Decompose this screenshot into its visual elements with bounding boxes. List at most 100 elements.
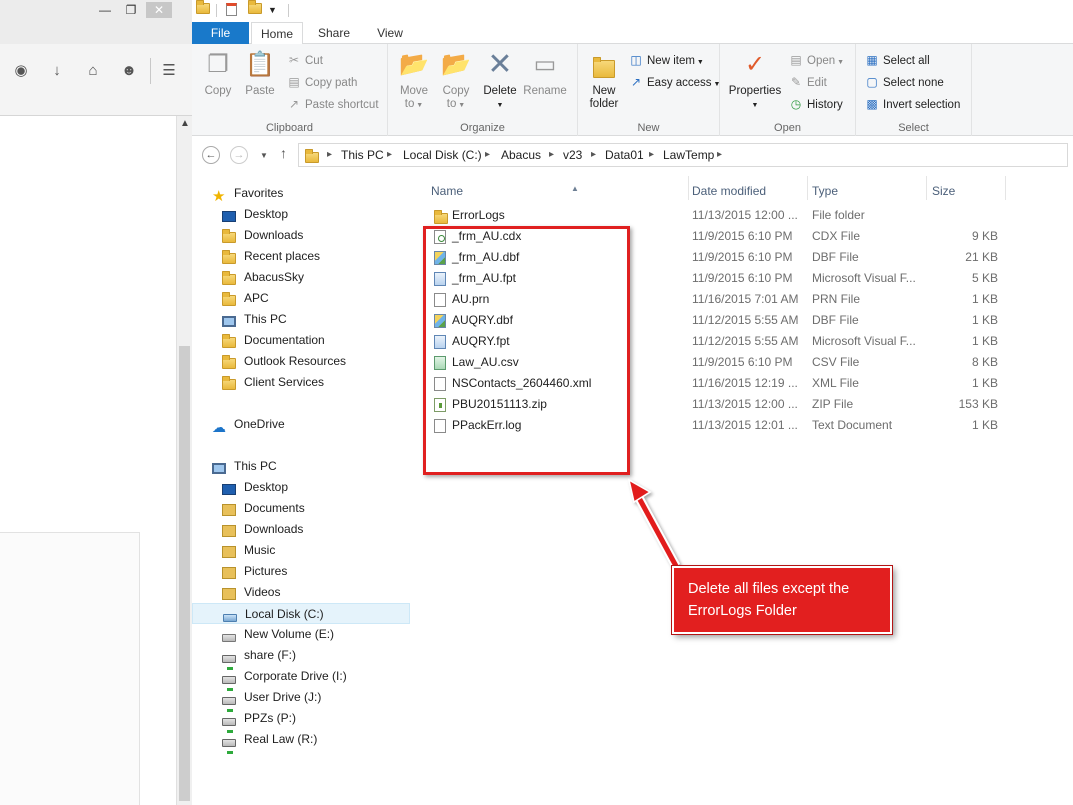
nav-thispc-downloads[interactable]: Downloads [192,519,410,540]
column-header-date-modified[interactable]: Date modified [692,179,766,203]
new-item-button[interactable]: ◫ New item ▼ [628,50,703,70]
nav-favorite-client-services[interactable]: Client Services [192,372,410,393]
nav-thispc-videos[interactable]: Videos [192,582,410,603]
restore-icon[interactable]: ❐ [118,2,144,18]
chat-icon[interactable]: ☻ [118,60,140,82]
nav-favorite-this-pc[interactable]: This PC [192,309,410,330]
delete-button[interactable]: ✕ Delete ▼ [480,48,520,112]
new-folder-button[interactable]: New folder [584,48,624,111]
breadcrumb-data01[interactable]: Data01 [605,144,644,166]
tab-file[interactable]: File [192,22,249,44]
network-drive-icon [222,670,236,691]
paste-button[interactable]: 📋 Paste [242,48,278,98]
breadcrumb-local-disk[interactable]: Local Disk (C:) [403,144,482,166]
customize-dropdown-icon[interactable]: ▼ [268,3,282,17]
forward-arrow-icon[interactable]: → [230,146,248,164]
recent-locations-dropdown-icon[interactable]: ▼ [260,151,268,160]
nav-drive-user-drive-j[interactable]: User Drive (J:) [192,687,410,712]
nav-thispc-pictures[interactable]: Pictures [192,561,410,582]
nav-item-label: Music [244,543,276,557]
nav-drive-local-disk-c[interactable]: Local Disk (C:) [192,603,410,624]
chevron-right-icon[interactable]: ▸ [485,144,490,166]
breadcrumb-v23[interactable]: v23 [563,144,582,166]
nav-drive-real-law-r[interactable]: Real Law (R:) [192,729,410,754]
scroll-up-icon[interactable]: ▲ [180,118,190,129]
nav-favorite-downloads[interactable]: Downloads [192,225,410,246]
nav-item-label: Pictures [244,564,288,578]
file-date-modified: 11/9/2015 6:10 PM [692,355,793,369]
up-arrow-icon[interactable]: ↑ [280,145,287,161]
invert-selection-button[interactable]: ▩ Invert selection [864,94,960,114]
move-to-button[interactable]: 📂 Move to ▼ [396,48,432,112]
home-icon[interactable]: ⌂ [82,60,104,82]
rename-button[interactable]: ▭ Rename [522,48,568,98]
nav-favorite-recent-places[interactable]: Recent places [192,246,410,267]
nav-this-pc[interactable]: This PC [192,456,410,477]
new-folder-icon[interactable] [248,0,262,17]
cut-button[interactable]: ✂ Cut [286,50,323,70]
tab-home[interactable]: Home [251,22,303,45]
nav-favorite-abacussky[interactable]: AbacusSky [192,267,410,288]
address-bar[interactable]: ▸ This PC ▸ Local Disk (C:) ▸ Abacus ▸ v… [298,143,1068,167]
browser-scrollbar[interactable]: ▲ [176,116,192,805]
computer-icon [212,460,226,474]
column-header-type[interactable]: Type [812,179,838,203]
breadcrumb-lawtemp[interactable]: LawTemp [663,144,714,166]
file-size: 1 KB [971,334,998,348]
nav-favorite-outlook-resources[interactable]: Outlook Resources [192,351,410,372]
nav-drive-corporate-drive-i[interactable]: Corporate Drive (I:) [192,666,410,691]
column-header-name[interactable]: Name ▲ [431,179,579,203]
tab-view[interactable]: View [366,22,414,44]
minimize-icon[interactable]: — [92,2,118,18]
paste-shortcut-button[interactable]: ↗ Paste shortcut [286,94,379,114]
breadcrumb-abacus[interactable]: Abacus [501,144,541,166]
breadcrumb-this-pc[interactable]: This PC [341,144,384,166]
nav-favorite-desktop[interactable]: Desktop [192,204,410,225]
chevron-right-icon[interactable]: ▸ [717,144,722,166]
back-arrow-icon[interactable]: ← [202,146,220,164]
download-icon[interactable]: ↓ [46,60,68,82]
chevron-right-icon[interactable]: ▸ [387,144,392,166]
nav-thispc-music[interactable]: Music [192,540,410,561]
chevron-right-icon[interactable]: ▸ [591,144,596,166]
select-all-button[interactable]: ▦ Select all [864,50,929,70]
nav-favorite-documentation[interactable]: Documentation [192,330,410,351]
close-icon[interactable]: ✕ [146,2,172,18]
open-button[interactable]: ▤ Open ▼ [788,50,844,70]
file-type: DBF File [812,313,859,327]
easy-access-button[interactable]: ↗ Easy access ▼ [628,72,720,92]
nav-item-label: User Drive (J:) [244,690,322,704]
scrollbar-thumb[interactable] [179,346,190,801]
nav-drive-ppzs-p[interactable]: PPZs (P:) [192,708,410,733]
nav-favorite-apc[interactable]: APC [192,288,410,309]
file-type: PRN File [812,292,861,306]
select-none-button[interactable]: ▢ Select none [864,72,943,92]
properties-button[interactable]: ✓ Properties ▼ [724,48,786,112]
menu-icon[interactable]: ☰ [158,60,180,82]
nav-thispc-desktop[interactable]: Desktop [192,477,410,498]
properties-icon[interactable] [226,3,240,17]
history-button[interactable]: ◷ History [788,94,843,114]
file-row[interactable]: ErrorLogs 11/13/2015 12:00 ... File folder [412,205,1012,226]
tab-share[interactable]: Share [310,22,358,44]
chevron-right-icon[interactable]: ▸ [649,144,654,166]
copy-to-button[interactable]: 📂 Copy to ▼ [438,48,474,112]
nav-onedrive[interactable]: ☁ OneDrive [192,414,410,435]
nav-item-label: Videos [244,585,281,599]
chevron-right-icon[interactable]: ▸ [327,144,332,166]
file-size: 1 KB [971,313,998,327]
library-folder-icon [222,523,236,537]
pocket-icon[interactable]: ◉ [10,60,32,82]
clipboard-group-label: Clipboard [265,122,314,134]
nav-favorites[interactable]: ★ Favorites [192,183,410,204]
copy-button[interactable]: ❐ Copy [200,48,236,98]
nav-drive-new-volume-e[interactable]: New Volume (E:) [192,624,410,645]
chevron-right-icon[interactable]: ▸ [549,144,554,166]
edit-button[interactable]: ✎ Edit [788,72,827,92]
column-header-size[interactable]: Size [932,179,955,203]
copy-path-button[interactable]: ▤ Copy path [286,72,357,92]
file-size: 9 KB [971,229,998,243]
nav-thispc-documents[interactable]: Documents [192,498,410,519]
nav-item-label: Local Disk (C:) [245,607,324,621]
nav-drive-share-f[interactable]: share (F:) [192,645,410,670]
